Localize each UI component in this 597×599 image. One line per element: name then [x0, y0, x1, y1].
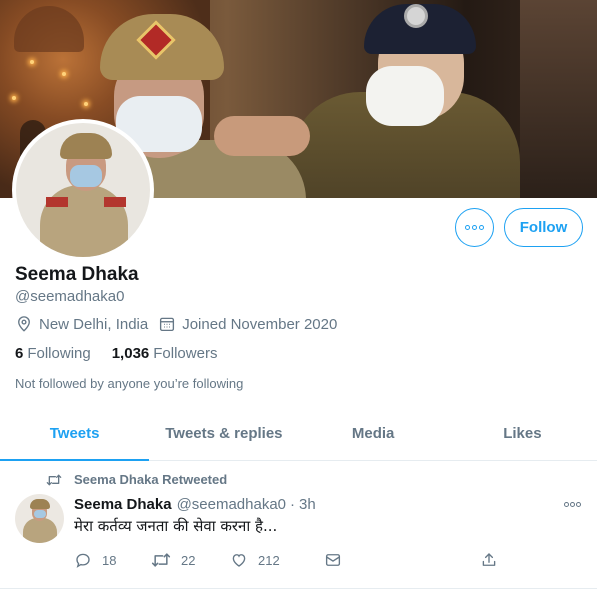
dm-share-button[interactable]	[324, 551, 352, 569]
reply-button[interactable]: 18	[74, 551, 116, 569]
tweet-actions: 18 22 212	[74, 551, 504, 573]
avatar-cap	[30, 499, 50, 509]
banner-panel	[520, 0, 597, 198]
avatar-mask	[70, 165, 102, 187]
banner-light	[12, 96, 16, 100]
tab-media[interactable]: Media	[299, 407, 448, 460]
follow-button[interactable]: Follow	[504, 208, 583, 247]
tweet-author-name[interactable]: Seema Dhaka	[74, 496, 172, 513]
avatar-cap	[60, 133, 112, 159]
retweet-count: 22	[181, 552, 196, 568]
retweet-button[interactable]: 22	[151, 551, 195, 569]
avatar-mask	[34, 510, 46, 518]
followers-label: Followers	[153, 345, 218, 362]
profile-name: Seema Dhaka	[15, 264, 139, 285]
tweet-timestamp[interactable]: 3h	[299, 496, 316, 513]
following-label: Following	[27, 345, 91, 362]
banner-hand	[214, 116, 310, 156]
avatar-shoulder-strap	[46, 197, 68, 207]
banner-light	[30, 60, 34, 64]
avatar-shoulder-strap	[104, 197, 126, 207]
reply-count: 18	[102, 552, 117, 568]
retweet-label[interactable]: Seema Dhaka Retweeted	[74, 472, 227, 487]
followers-link[interactable]: 1,036 Followers	[112, 345, 218, 362]
avatar-uniform	[40, 185, 128, 257]
profile-meta: New Delhi, India Joined November 2020	[15, 315, 337, 333]
retweet-icon	[151, 551, 171, 569]
avatar-uniform	[23, 518, 57, 543]
profile-location: New Delhi, India	[39, 315, 149, 333]
location-icon	[15, 315, 33, 333]
following-count: 6	[15, 345, 24, 362]
tab-tweets[interactable]: Tweets	[0, 407, 150, 461]
tab-tweets-and-replies[interactable]: Tweets & replies	[149, 407, 298, 460]
message-icon	[324, 551, 342, 569]
heart-icon	[230, 551, 248, 569]
followers-count: 1,036	[111, 345, 150, 362]
following-link[interactable]: 6 Following	[15, 345, 91, 362]
reply-icon	[74, 551, 92, 569]
tweet-more-icon[interactable]	[564, 502, 584, 512]
more-options-button[interactable]	[455, 208, 494, 247]
like-button[interactable]: 212	[230, 551, 280, 569]
tab-likes[interactable]: Likes	[448, 407, 597, 460]
more-horizontal-icon	[465, 225, 484, 230]
avatar-photo	[16, 123, 150, 257]
retweet-icon	[46, 473, 62, 487]
tweet-header: Seema Dhaka @seemadhaka0 · 3h	[74, 496, 316, 513]
banner-light	[62, 72, 66, 76]
profile-tabs: Tweets Tweets & replies Media Likes	[0, 407, 597, 461]
banner-cap-badge	[404, 4, 428, 28]
profile-joined: Joined November 2020	[182, 315, 338, 333]
banner-mask	[366, 66, 444, 126]
tweet-separator: ·	[290, 496, 296, 513]
profile-stats: 6 Following 1,036 Followers	[15, 345, 217, 362]
tweet-author-handle[interactable]: @seemadhaka0	[177, 496, 286, 513]
banner-light	[84, 102, 88, 106]
like-count: 212	[258, 552, 280, 568]
share-icon	[480, 551, 498, 569]
profile-handle: @seemadhaka0	[15, 288, 125, 305]
retweet-indicator: Seema Dhaka Retweeted	[46, 472, 227, 487]
not-followed-note: Not followed by anyone you’re following	[15, 376, 244, 391]
tweet-divider	[0, 588, 597, 589]
calendar-icon	[158, 315, 176, 333]
share-button[interactable]	[480, 551, 508, 569]
tweet-author-avatar[interactable]	[15, 494, 64, 543]
tweet-text: मेरा कर्तव्य जनता की सेवा करना है...	[74, 517, 278, 535]
profile-avatar[interactable]	[12, 119, 154, 261]
